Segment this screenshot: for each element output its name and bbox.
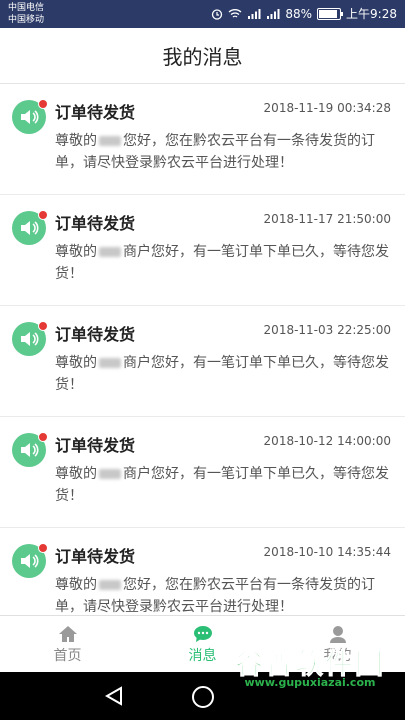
redacted-name — [99, 469, 121, 479]
status-bar: 中国电信 中国移动 88% 上午9:28 — [0, 0, 405, 28]
unread-dot — [38, 210, 48, 220]
signal-icon-2 — [267, 9, 280, 19]
message-item[interactable]: 订单待发货 2018-11-17 21:50:00 尊敬的 商户您好，有一笔订单下… — [0, 195, 405, 306]
unread-dot — [38, 543, 48, 553]
message-body: 尊敬的 您好，您在黔农云平台有一条待发货的订单，请尽快登录黔农云平台进行处理！ — [55, 130, 393, 174]
carrier-1: 中国电信 — [8, 3, 45, 13]
clock: 上午9:28 — [346, 7, 397, 21]
redacted-name — [99, 580, 121, 590]
speaker-icon — [21, 221, 39, 235]
speaker-icon — [21, 554, 39, 568]
message-body: 尊敬的 商户您好，有一笔订单下单已久，等待您发货！ — [55, 352, 393, 396]
message-prefix: 尊敬的 — [55, 466, 97, 482]
wifi-icon — [228, 9, 242, 18]
page-title: 我的消息 — [0, 28, 405, 84]
battery-percent: 88% — [285, 6, 313, 21]
tab-messages-label: 消息 — [188, 647, 217, 664]
message-title: 订单待发货 — [55, 103, 136, 122]
unread-dot — [38, 321, 48, 331]
tab-home-label: 首页 — [53, 647, 82, 664]
carrier-2: 中国移动 — [8, 15, 45, 25]
message-time: 2018-11-17 21:50:00 — [263, 212, 391, 226]
alarm-icon — [212, 8, 223, 20]
speaker-icon — [21, 332, 39, 346]
message-item[interactable]: 订单待发货 2018-11-03 22:25:00 尊敬的 商户您好，有一笔订单下… — [0, 306, 405, 417]
unread-dot — [38, 99, 48, 109]
unread-dot — [38, 432, 48, 442]
speaker-icon — [21, 443, 39, 457]
watermark-sub: www.gupuxiazai.com — [244, 676, 376, 689]
message-time: 2018-10-10 14:35:44 — [263, 545, 391, 559]
message-title: 订单待发货 — [55, 325, 136, 344]
carrier-labels: 中国电信 中国移动 — [8, 2, 44, 26]
chat-bubble-icon — [193, 625, 212, 642]
message-time: 2018-11-19 00:34:28 — [263, 101, 391, 115]
message-title: 订单待发货 — [55, 214, 136, 233]
message-prefix: 尊敬的 — [55, 355, 97, 371]
battery-icon — [317, 7, 344, 20]
message-item[interactable]: 订单待发货 2018-10-10 14:35:44 尊敬的 您好，您在黔农云平台有… — [0, 528, 405, 615]
redacted-name — [99, 247, 121, 257]
status-indicators: 88% 上午9:28 — [211, 5, 397, 22]
message-prefix: 尊敬的 — [55, 577, 97, 593]
message-list[interactable]: 订单待发货 2018-11-19 00:34:28 尊敬的 您好，您在黔农云平台有… — [0, 84, 405, 615]
message-prefix: 尊敬的 — [55, 133, 97, 149]
message-item[interactable]: 订单待发货 2018-10-12 14:00:00 尊敬的 商户您好，有一笔订单下… — [0, 417, 405, 528]
message-title: 订单待发货 — [55, 547, 136, 566]
message-item[interactable]: 订单待发货 2018-11-19 00:34:28 尊敬的 您好，您在黔农云平台有… — [0, 84, 405, 195]
signal-icon — [248, 9, 261, 19]
message-body: 尊敬的 商户您好，有一笔订单下单已久，等待您发货！ — [55, 463, 393, 507]
message-title: 订单待发货 — [55, 436, 136, 455]
message-body: 尊敬的 您好，您在黔农云平台有一条待发货的订单，请尽快登录黔农云平台进行处理！ — [55, 574, 393, 615]
watermark-logo: 谷普软件园 www.gupuxiazai.com — [221, 642, 399, 690]
redacted-name — [99, 358, 121, 368]
message-time: 2018-10-12 14:00:00 — [263, 434, 391, 448]
house-icon — [58, 625, 77, 642]
message-prefix: 尊敬的 — [55, 244, 97, 260]
back-icon[interactable] — [105, 686, 123, 706]
message-time: 2018-11-03 22:25:00 — [263, 323, 391, 337]
message-body: 尊敬的 商户您好，有一笔订单下单已久，等待您发货！ — [55, 241, 393, 285]
redacted-name — [99, 136, 121, 146]
person-icon — [329, 625, 346, 643]
speaker-icon — [21, 110, 39, 124]
tab-home[interactable]: 首页 — [0, 616, 135, 673]
home-nav-icon[interactable] — [192, 686, 214, 708]
